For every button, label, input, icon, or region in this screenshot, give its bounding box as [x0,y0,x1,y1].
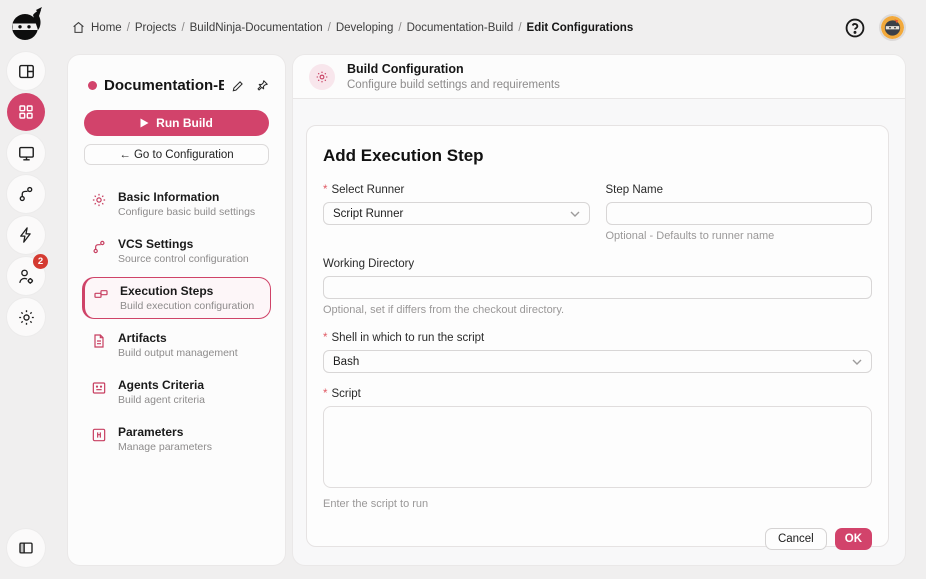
sidebar-item-artifacts[interactable]: Artifacts Build output management [82,324,271,366]
sidebar-item-agents-criteria[interactable]: Agents Criteria Build agent criteria [82,371,271,413]
artifact-file-icon [91,333,108,350]
agent-icon [91,380,108,397]
go-to-configuration-button[interactable]: ← Go to Configuration [84,144,269,165]
breadcrumb-project[interactable]: BuildNinja-Documentation [190,22,323,34]
sidebar-item-label: Parameters [118,425,212,439]
run-build-button[interactable]: Run Build [84,110,269,136]
working-directory-label: Working Directory [323,258,872,270]
required-marker: * [323,332,327,344]
sidebar-nav: Basic Information Configure basic build … [68,183,285,460]
cancel-button[interactable]: Cancel [765,528,827,550]
step-name-label: Step Name [606,184,873,196]
agents-badge: 2 [33,254,48,269]
pin-icon[interactable] [255,79,269,93]
select-runner-label: * Select Runner [323,184,590,196]
build-config-gear-icon [309,64,335,90]
breadcrumb-separator: / [127,22,130,34]
breadcrumb-current: Edit Configurations [527,22,634,34]
lightning-icon[interactable] [7,216,45,254]
sidebar-item-subtitle: Source control configuration [118,253,249,265]
sidebar-item-basic-information[interactable]: Basic Information Configure basic build … [82,183,271,225]
ok-button[interactable]: OK [835,528,872,550]
monitor-icon[interactable] [7,134,45,172]
build-sidebar: Documentation-Bu... Run Build ← Go to Co… [68,55,285,565]
breadcrumb-subproject[interactable]: Developing [336,22,394,34]
edit-pencil-icon[interactable] [231,79,245,93]
breadcrumb-home[interactable]: Home [91,22,122,34]
breadcrumb-separator: / [328,22,331,34]
sidebar-item-execution-steps[interactable]: Execution Steps Build execution configur… [82,277,271,319]
sidebar-item-subtitle: Build output management [118,347,238,359]
settings-gear-icon[interactable] [7,298,45,336]
home-icon [72,21,85,34]
chevron-down-icon [852,359,862,365]
ninja-logo[interactable] [6,6,46,44]
script-label: * Script [323,388,872,400]
sidebar-item-label: Execution Steps [120,284,254,298]
working-directory-hint: Optional, set if differs from the checko… [323,304,872,316]
sidebar-item-label: Agents Criteria [118,378,205,392]
working-directory-input[interactable] [323,276,872,299]
breadcrumb-build[interactable]: Documentation-Build [407,22,514,34]
sidebar-item-label: Artifacts [118,331,238,345]
required-marker: * [323,388,327,400]
required-marker: * [323,184,327,196]
sidebar-item-subtitle: Configure basic build settings [118,206,255,218]
help-button[interactable] [843,16,867,40]
icon-rail: 2 [0,0,52,579]
collapse-sidebar-icon[interactable] [7,529,45,567]
chevron-down-icon [570,211,580,217]
page-title: Build Configuration [347,62,560,76]
runner-select[interactable]: Script Runner [323,202,590,225]
sidebar-item-subtitle: Manage parameters [118,441,212,453]
step-name-input[interactable] [606,202,873,225]
agents-icon[interactable]: 2 [7,257,45,295]
sidebar-item-vcs-settings[interactable]: VCS Settings Source control configuratio… [82,230,271,272]
script-textarea[interactable] [323,406,872,488]
sidebar-item-subtitle: Build execution configuration [120,300,254,312]
user-avatar[interactable] [879,14,906,41]
branch-icon [91,239,108,256]
breadcrumb-projects[interactable]: Projects [135,22,177,34]
step-name-hint: Optional - Defaults to runner name [606,230,873,242]
shell-select-value: Bash [333,356,359,368]
add-execution-step-card: Add Execution Step * Select Runner Scrip… [306,125,889,547]
breadcrumb-separator: / [398,22,401,34]
sidebar-item-label: Basic Information [118,190,255,204]
breadcrumb-separator: / [181,22,184,34]
top-bar: Home / Projects / BuildNinja-Documentati… [52,0,926,55]
main-panel: Build Configuration Configure build sett… [293,55,905,565]
breadcrumb: Home / Projects / BuildNinja-Documentati… [72,21,633,34]
main-header: Build Configuration Configure build sett… [293,55,905,99]
play-icon [140,118,149,128]
parameters-icon [91,427,108,444]
dashboard-icon[interactable] [7,52,45,90]
sidebar-item-label: VCS Settings [118,237,249,251]
page-subtitle: Configure build settings and requirement… [347,79,560,91]
breadcrumb-separator: / [518,22,521,34]
card-title: Add Execution Step [323,146,872,166]
script-hint: Enter the script to run [323,498,872,510]
runner-select-value: Script Runner [333,208,403,220]
shell-label: * Shell in which to run the script [323,332,872,344]
status-dot [88,81,97,90]
steps-icon [93,286,110,303]
sidebar-item-subtitle: Build agent criteria [118,394,205,406]
branch-icon[interactable] [7,175,45,213]
projects-grid-icon[interactable] [7,93,45,131]
sidebar-item-parameters[interactable]: Parameters Manage parameters [82,418,271,460]
gear-icon [91,192,108,209]
build-title: Documentation-Bu... [104,77,224,94]
shell-select[interactable]: Bash [323,350,872,373]
